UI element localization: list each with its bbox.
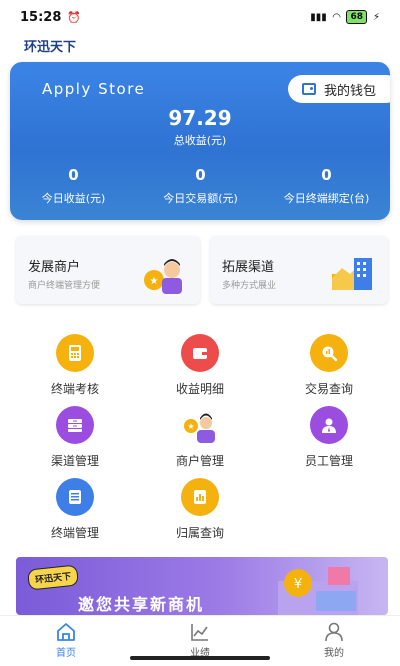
stat-value: 0 bbox=[321, 166, 332, 184]
my-wallet-label: 我的钱包 bbox=[324, 83, 377, 99]
home-icon bbox=[57, 623, 75, 641]
wallet-icon bbox=[302, 83, 316, 95]
stat-value: 0 bbox=[195, 166, 206, 184]
menu-label: 渠道管理 bbox=[50, 454, 99, 468]
channel-icon bbox=[56, 406, 94, 444]
earnings-card: Apply Store 我的钱包 97.29 总收益(元) 0 今日收益(元) … bbox=[10, 62, 390, 220]
menu-label: 交易查询 bbox=[304, 382, 353, 396]
banner-badge: 环迅天下 bbox=[27, 564, 79, 591]
promo-title: 发展商户 bbox=[28, 260, 81, 275]
svg-text:¥: ¥ bbox=[294, 577, 302, 592]
charging-icon: ⚡ bbox=[372, 11, 380, 23]
stat-today-volume: 0 今日交易额(元) bbox=[137, 166, 264, 206]
staff-icon bbox=[310, 406, 348, 444]
menu-merchant-management[interactable]: ★ 商户管理 bbox=[135, 406, 265, 469]
menu-label: 归属查询 bbox=[175, 526, 224, 540]
menu-terminal-management[interactable]: 终端管理 bbox=[10, 478, 140, 541]
stat-value: 0 bbox=[68, 166, 79, 184]
promo-subtitle: 商户终端管理方便 bbox=[28, 281, 101, 291]
menu-terminal-assessment[interactable]: 终端考核 bbox=[10, 334, 140, 397]
promo-banner[interactable]: 环迅天下 邀您共享新商机 ¥ bbox=[16, 557, 388, 615]
merchant-icon: ★ bbox=[181, 406, 219, 444]
document-icon bbox=[56, 478, 94, 516]
menu-label: 收益明细 bbox=[175, 382, 224, 396]
signal-icon: ▮▮▮ bbox=[310, 11, 327, 23]
home-indicator bbox=[130, 656, 270, 660]
menu-transaction-query[interactable]: 交易查询 bbox=[264, 334, 394, 397]
banner-illustration: ¥ bbox=[278, 567, 358, 615]
menu-label: 员工管理 bbox=[304, 454, 353, 468]
status-bar: 15:28 ⏰ ▮▮▮ ◠ 68 ⚡ bbox=[0, 0, 400, 34]
status-time: 15:28 bbox=[20, 9, 62, 25]
chart-doc-icon bbox=[181, 478, 219, 516]
tab-performance[interactable]: 业绩 bbox=[160, 622, 240, 659]
stat-label: 今日终端绑定(台) bbox=[283, 192, 370, 205]
menu-label: 终端考核 bbox=[50, 382, 99, 396]
stat-label: 今日收益(元) bbox=[41, 192, 106, 205]
tab-home[interactable]: 首页 bbox=[26, 622, 106, 659]
svg-text:★: ★ bbox=[187, 422, 194, 431]
menu-ownership-query[interactable]: 归属查询 bbox=[135, 478, 265, 541]
wifi-icon: ◠ bbox=[332, 11, 341, 23]
menu-channel-management[interactable]: 渠道管理 bbox=[10, 406, 140, 469]
tab-label: 首页 bbox=[56, 648, 76, 659]
menu-label: 终端管理 bbox=[50, 526, 99, 540]
total-earnings-value: 97.29 bbox=[168, 106, 232, 130]
stat-label: 今日交易额(元) bbox=[163, 192, 238, 205]
menu-label: 商户管理 bbox=[175, 454, 224, 468]
search-chart-icon bbox=[310, 334, 348, 372]
expand-channel-card[interactable]: 拓展渠道 多种方式展业 bbox=[210, 236, 388, 304]
store-name: Apply Store bbox=[42, 80, 146, 98]
tab-mine[interactable]: 我的 bbox=[294, 622, 374, 659]
status-icons: ▮▮▮ ◠ 68 ⚡ bbox=[310, 10, 380, 24]
my-wallet-button[interactable]: 我的钱包 bbox=[288, 75, 390, 103]
promo-title: 拓展渠道 bbox=[222, 260, 275, 275]
promo-subtitle: 多种方式展业 bbox=[222, 281, 277, 291]
stat-today-earnings: 0 今日收益(元) bbox=[10, 166, 137, 206]
banner-slogan: 邀您共享新商机 bbox=[78, 595, 205, 614]
trend-chart-icon bbox=[191, 624, 208, 641]
stat-today-terminals: 0 今日终端绑定(台) bbox=[263, 166, 390, 206]
battery-icon: 68 bbox=[346, 10, 367, 24]
channel-chart-icon bbox=[332, 258, 372, 290]
user-icon bbox=[325, 622, 343, 642]
total-earnings-label: 总收益(元) bbox=[173, 134, 227, 147]
app-title: 环迅天下 bbox=[24, 40, 77, 55]
merchant-person-icon: ★ bbox=[144, 259, 182, 294]
svg-text:★: ★ bbox=[150, 276, 159, 287]
alarm-icon: ⏰ bbox=[67, 10, 82, 24]
wallet-icon bbox=[181, 334, 219, 372]
menu-staff-management[interactable]: 员工管理 bbox=[264, 406, 394, 469]
menu-earnings-detail[interactable]: 收益明细 bbox=[135, 334, 265, 397]
develop-merchant-card[interactable]: 发展商户 商户终端管理方便 ★ bbox=[16, 236, 200, 304]
tab-label: 我的 bbox=[324, 648, 344, 659]
terminal-assess-icon bbox=[56, 334, 94, 372]
